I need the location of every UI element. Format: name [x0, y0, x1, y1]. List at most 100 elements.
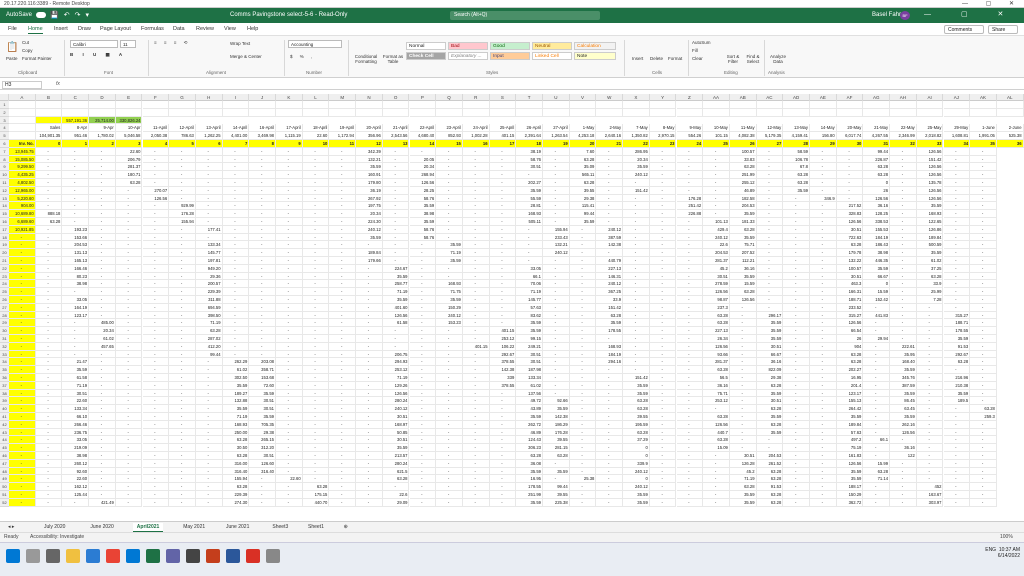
cell[interactable]: - [676, 272, 704, 281]
cell[interactable]: - [783, 319, 810, 328]
cell[interactable]: - [676, 241, 704, 250]
cell[interactable]: - [89, 374, 116, 382]
cell[interactable]: - [115, 436, 143, 445]
cell[interactable]: 5,220.60 [9, 194, 36, 203]
cell[interactable] [516, 101, 543, 109]
cell[interactable]: 387.59 [596, 233, 624, 242]
cell[interactable]: - [596, 475, 624, 484]
cell[interactable]: - [970, 420, 997, 429]
cell[interactable]: - [382, 194, 410, 203]
cell[interactable]: - [329, 147, 357, 156]
cell[interactable]: 258.77 [382, 280, 410, 289]
cell[interactable]: - [462, 147, 490, 156]
cell[interactable] [569, 101, 597, 109]
cell[interactable]: - [676, 381, 704, 390]
cell[interactable]: 16-April [249, 124, 276, 133]
cell[interactable]: - [142, 241, 170, 250]
cell[interactable]: - [729, 350, 757, 359]
cell[interactable] [302, 108, 330, 117]
cell[interactable] [543, 108, 570, 117]
cell[interactable]: - [356, 296, 383, 304]
cell[interactable]: - [329, 428, 357, 437]
cell[interactable]: - [783, 210, 810, 218]
cell[interactable]: - [516, 233, 543, 242]
cell[interactable]: 168.93 [436, 280, 463, 289]
cell[interactable]: 236.75 [62, 428, 90, 437]
cell[interactable]: - [9, 319, 36, 328]
cell[interactable]: - [729, 335, 757, 343]
cell[interactable]: - [783, 350, 810, 359]
row-header[interactable]: 40 [0, 405, 9, 413]
cell[interactable]: 30.51 [249, 397, 276, 406]
cell[interactable]: - [9, 249, 36, 257]
cell[interactable]: - [409, 452, 437, 460]
cell[interactable]: 378.55 [489, 358, 517, 367]
cell[interactable]: 126.56 [836, 218, 864, 226]
cell[interactable]: - [249, 483, 276, 491]
cell[interactable]: 115.41 [569, 202, 597, 211]
cell[interactable]: - [89, 202, 116, 211]
cell[interactable]: 311.88 [195, 296, 223, 304]
cell[interactable]: - [382, 218, 410, 226]
cell[interactable]: - [623, 319, 650, 328]
cell[interactable]: - [222, 280, 250, 289]
cell[interactable]: 292.67 [943, 350, 971, 359]
cell[interactable]: - [62, 171, 90, 179]
cell[interactable]: - [863, 366, 891, 374]
cell[interactable]: - [302, 475, 330, 484]
cell[interactable]: - [89, 413, 116, 421]
cell[interactable]: - [356, 491, 383, 499]
column-header[interactable]: C [62, 94, 90, 101]
cell[interactable]: - [569, 374, 597, 382]
cell[interactable]: - [35, 420, 63, 429]
cell[interactable]: 888.18 [35, 210, 63, 218]
row-header[interactable]: 48 [0, 467, 9, 476]
cell[interactable]: 58.59 [783, 147, 810, 156]
cell[interactable]: 4,802.50 [9, 179, 36, 187]
cell[interactable]: - [649, 296, 677, 304]
cell[interactable]: - [329, 311, 357, 320]
cell[interactable]: - [115, 218, 143, 226]
cell[interactable]: 129.26 [382, 381, 410, 390]
cell[interactable]: - [649, 288, 677, 296]
cell[interactable]: - [943, 257, 971, 265]
cell[interactable]: - [195, 358, 223, 367]
cell[interactable]: - [676, 249, 704, 257]
cell[interactable]: - [703, 483, 730, 491]
cell[interactable]: 35.59 [382, 444, 410, 452]
cell[interactable]: - [649, 374, 677, 382]
cell[interactable]: 151.42 [916, 155, 944, 164]
cell[interactable]: 71.19 [382, 374, 410, 382]
share-button[interactable]: Share [988, 25, 1018, 34]
cell[interactable] [142, 101, 170, 109]
cell[interactable]: - [783, 311, 810, 320]
cell[interactable]: - [276, 218, 303, 226]
cell[interactable]: - [89, 218, 116, 226]
cell[interactable]: 126.86 [916, 225, 944, 234]
cell[interactable]: - [142, 444, 170, 452]
cell[interactable]: - [543, 218, 570, 226]
cell[interactable]: 63.28 [729, 288, 757, 296]
cell[interactable]: - [356, 311, 383, 320]
cell[interactable]: - [649, 202, 677, 211]
cell[interactable]: 153.23 [436, 319, 463, 328]
cell[interactable]: - [783, 257, 810, 265]
cell[interactable]: - [703, 179, 730, 187]
cell[interactable]: - [329, 459, 357, 468]
cell[interactable]: - [35, 155, 63, 164]
cell[interactable]: - [970, 163, 997, 172]
cell[interactable]: - [222, 327, 250, 335]
cell[interactable]: 38.98 [62, 452, 90, 460]
cell[interactable]: - [249, 475, 276, 484]
cell[interactable]: - [409, 249, 437, 257]
cell[interactable]: 152.42 [863, 296, 891, 304]
cell[interactable]: - [489, 233, 517, 242]
cell[interactable]: - [276, 483, 303, 491]
row-header[interactable]: 49 [0, 475, 9, 484]
cell[interactable]: - [89, 366, 116, 374]
cell[interactable]: - [329, 483, 357, 491]
cell[interactable]: - [970, 288, 997, 296]
cell[interactable]: 8-May [649, 124, 677, 133]
cell[interactable]: - [676, 350, 704, 359]
cell[interactable]: - [115, 350, 143, 359]
